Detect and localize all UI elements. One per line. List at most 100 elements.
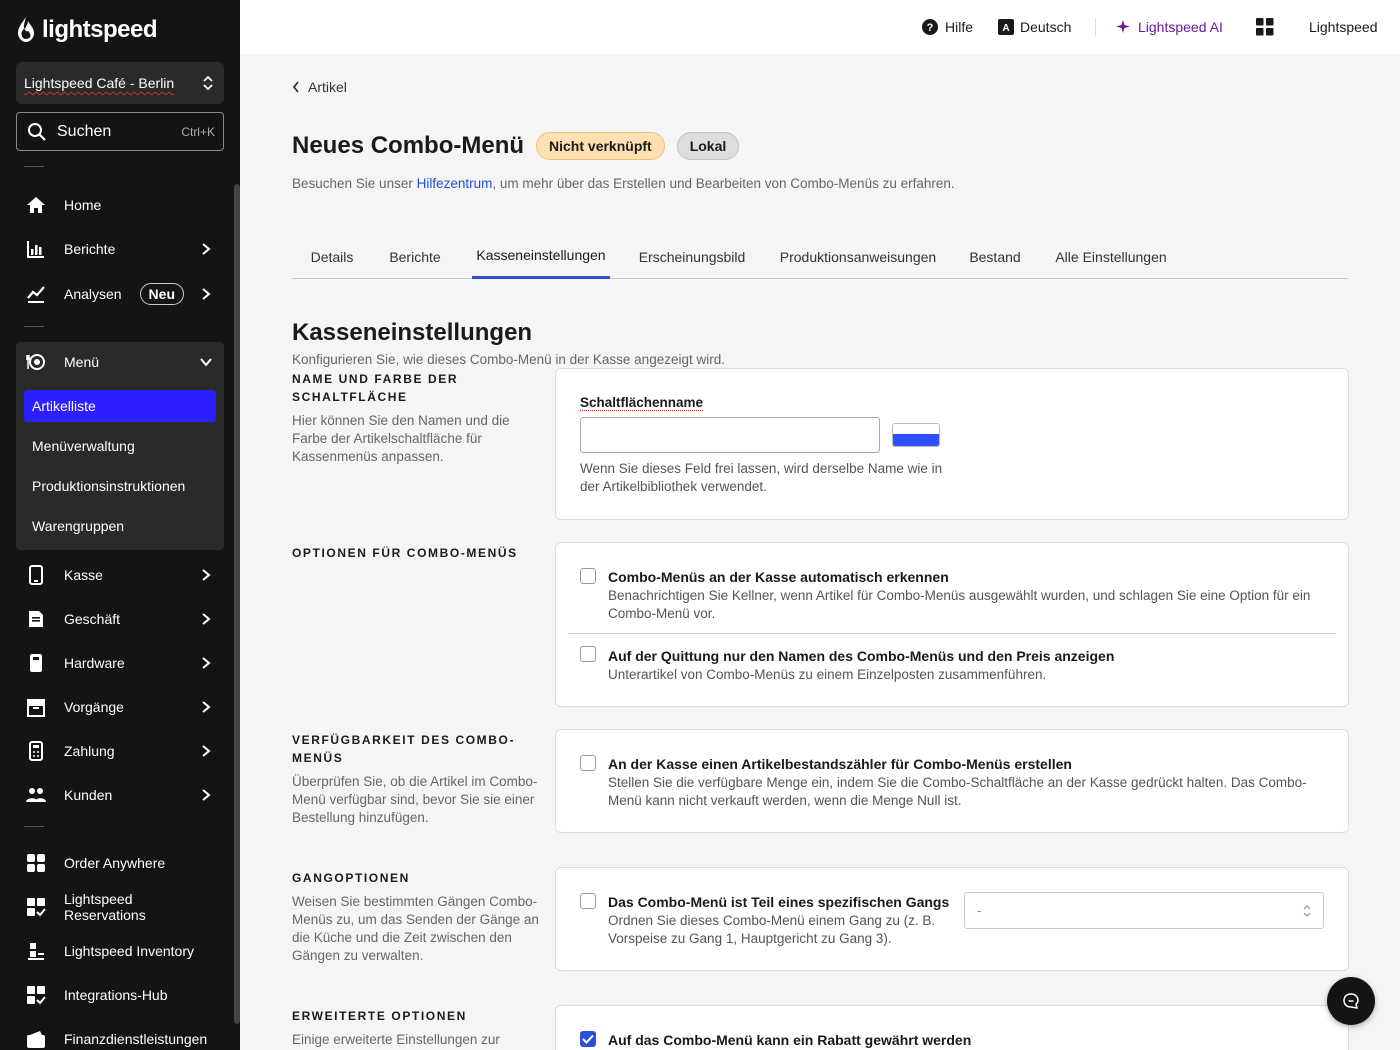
svg-text:?: ?	[927, 22, 934, 34]
stock-counter-checkbox[interactable]	[580, 755, 596, 771]
group-heading-name-color: NAME UND FARBE DER SCHALTFLÄCHE	[292, 370, 542, 406]
pos-icon	[26, 565, 46, 585]
group-description-courses: Weisen Sie bestimmten Gängen Combo-Menüs…	[292, 893, 544, 965]
specific-course-checkbox[interactable]	[580, 893, 596, 909]
main-content: Artikel Neues Combo-Menü Nicht verknüpft…	[240, 54, 1400, 1050]
sidebar-item-order-anywhere[interactable]: Order Anywhere	[16, 843, 224, 883]
course-select-value: -	[977, 903, 981, 918]
financial-icon	[26, 1029, 46, 1049]
topbar-divider	[1095, 18, 1096, 36]
page-subtitle: Besuchen Sie unser Hilfezentrum, um mehr…	[292, 176, 955, 191]
specific-course-desc: Ordnen Sie dieses Combo-Menü einem Gang …	[608, 912, 948, 948]
course-select[interactable]: -	[964, 892, 1324, 929]
tab-bestand[interactable]: Bestand	[968, 234, 1022, 279]
submenu-item-produktionsinstruktionen[interactable]: Produktionsinstruktionen	[24, 470, 216, 502]
status-badge: Nicht verknüpft	[536, 132, 665, 160]
discount-allowed-checkbox[interactable]	[580, 1031, 596, 1047]
sidebar-item-reservations[interactable]: Lightspeed Reservations	[16, 887, 224, 927]
submenu-item-menuverwaltung[interactable]: Menüverwaltung	[24, 430, 216, 462]
receipt-name-only-checkbox[interactable]	[580, 646, 596, 662]
help-center-link[interactable]: Hilfezentrum	[417, 176, 493, 191]
order-anywhere-icon	[26, 853, 46, 873]
group-heading-courses: GANGOPTIONEN	[292, 869, 542, 887]
section-subtitle: Konfigurieren Sie, wie dieses Combo-Menü…	[292, 352, 725, 367]
tab-produktionsanweisungen[interactable]: Produktionsanweisungen	[776, 234, 940, 279]
sidebar-search[interactable]: Suchen Ctrl+K	[16, 112, 224, 151]
tab-kasseneinstellungen[interactable]: Kasseneinstellungen	[472, 234, 610, 279]
top-bar: ? Hilfe A Deutsch Lightspeed AI Lightspe…	[240, 0, 1400, 54]
sidebar-item-vorgaenge[interactable]: Vorgänge	[16, 687, 224, 727]
home-icon	[26, 195, 46, 215]
discount-allowed-title: Auf das Combo-Menü kann ein Rabatt gewäh…	[608, 1032, 971, 1048]
button-name-label: Schaltflächenname	[580, 395, 703, 410]
menu-submenu: Artikelliste Menüverwaltung Produktionsi…	[16, 382, 224, 550]
sidebar-item-berichte[interactable]: Berichte	[16, 229, 224, 269]
receipt-name-only-title: Auf der Quittung nur den Namen des Combo…	[608, 648, 1114, 664]
tab-alle-einstellungen[interactable]: Alle Einstellungen	[1054, 234, 1168, 279]
updown-chevron-icon	[202, 74, 214, 92]
flame-logo-icon	[16, 16, 36, 44]
title-row: Neues Combo-Menü Nicht verknüpft Lokal	[292, 132, 739, 160]
analytics-icon	[26, 284, 46, 304]
logo[interactable]: lightspeed	[16, 14, 157, 46]
card-name-color: Schaltflächenname Wenn Sie dieses Feld f…	[555, 368, 1349, 520]
card-courses: Das Combo-Menü ist Teil eines spezifisch…	[555, 867, 1349, 971]
chevron-right-icon	[198, 286, 214, 302]
tab-erscheinungsbild[interactable]: Erscheinungsbild	[636, 234, 748, 279]
group-heading-advanced: ERWEITERTE OPTIONEN	[292, 1007, 542, 1025]
divider	[24, 326, 44, 327]
chat-button[interactable]	[1327, 977, 1375, 1025]
sidebar-item-zahlung[interactable]: Zahlung	[16, 731, 224, 771]
scope-badge: Lokal	[677, 132, 740, 160]
apps-grid-icon	[1256, 18, 1274, 36]
sparkle-icon	[1116, 19, 1132, 35]
section-title: Kasseneinstellungen	[292, 319, 532, 347]
apps-grid-button[interactable]	[1256, 0, 1274, 54]
chevron-down-icon	[198, 354, 214, 370]
lightspeed-ai-button[interactable]: Lightspeed AI	[1116, 0, 1223, 54]
svg-text:A: A	[1002, 23, 1009, 34]
reports-icon	[26, 239, 46, 259]
sidebar-item-analysen[interactable]: Analysen Neu	[16, 274, 224, 314]
updown-chevron-icon	[1303, 904, 1311, 918]
tab-details[interactable]: Details	[292, 234, 372, 279]
sidebar-item-finance[interactable]: Finanzdienstleistungen	[16, 1019, 224, 1050]
sidebar-item-geschaeft[interactable]: Geschäft	[16, 599, 224, 639]
stock-counter-desc: Stellen Sie die verfügbare Menge ein, in…	[608, 774, 1328, 810]
button-color-picker[interactable]	[892, 423, 940, 447]
tab-berichte[interactable]: Berichte	[378, 234, 452, 279]
help-icon: ?	[921, 18, 939, 36]
reservations-icon	[26, 897, 46, 917]
button-name-input[interactable]	[580, 417, 880, 453]
sidebar-item-inventory[interactable]: Lightspeed Inventory	[16, 931, 224, 971]
submenu-item-artikelliste[interactable]: Artikelliste	[24, 390, 216, 422]
back-link[interactable]: Artikel	[292, 79, 347, 95]
sidebar-item-kasse[interactable]: Kasse	[16, 555, 224, 595]
sidebar-item-menu[interactable]: Menü	[16, 342, 224, 382]
account-menu[interactable]: Lightspeed	[1309, 0, 1378, 54]
payment-icon	[26, 741, 46, 761]
chevron-left-icon	[292, 81, 300, 93]
search-icon	[27, 122, 47, 142]
group-heading-combo-options: OPTIONEN FÜR COMBO-MENÜS	[292, 544, 542, 562]
button-name-help: Wenn Sie dieses Feld frei lassen, wird d…	[580, 460, 960, 496]
submenu-item-warengruppen[interactable]: Warengruppen	[24, 510, 216, 542]
sidebar-item-hardware[interactable]: Hardware	[16, 643, 224, 683]
location-selector[interactable]: Lightspeed Café - Berlin	[16, 62, 224, 104]
menu-icon	[26, 352, 46, 372]
chevron-right-icon	[198, 699, 214, 715]
group-description-advanced: Einige erweiterte Einstellungen zur	[292, 1031, 544, 1049]
business-icon	[26, 609, 46, 629]
help-button[interactable]: ? Hilfe	[921, 0, 973, 54]
sidebar-item-integrations[interactable]: Integrations-Hub	[16, 975, 224, 1015]
sidebar-item-home[interactable]: Home	[16, 185, 224, 225]
logo-text: lightspeed	[42, 16, 157, 44]
divider	[24, 166, 44, 167]
language-button[interactable]: A Deutsch	[998, 0, 1071, 54]
auto-detect-checkbox[interactable]	[580, 568, 596, 584]
checkmark-icon	[582, 1034, 594, 1044]
language-icon: A	[998, 19, 1014, 35]
sidebar-item-kunden[interactable]: Kunden	[16, 775, 224, 815]
card-combo-options: Combo-Menüs an der Kasse automatisch erk…	[555, 542, 1349, 707]
customers-icon	[26, 785, 46, 805]
